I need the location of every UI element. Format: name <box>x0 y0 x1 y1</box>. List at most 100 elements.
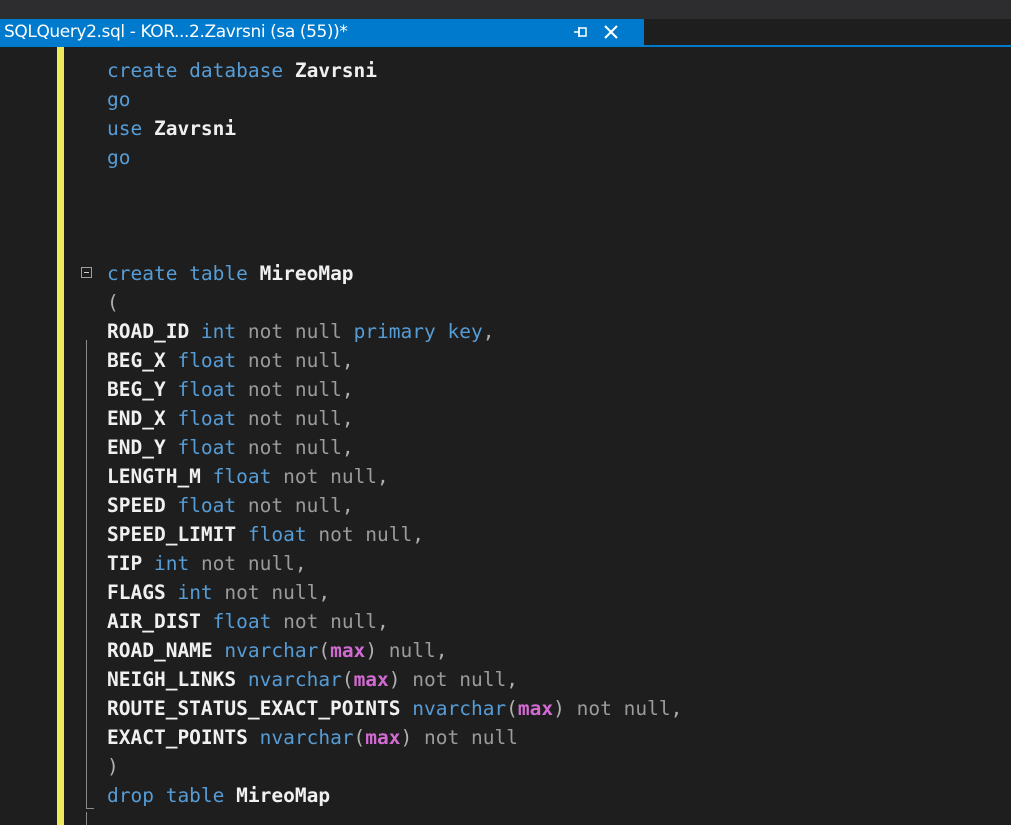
column-name: NEIGH_LINKS <box>107 668 248 691</box>
code-line[interactable]: ) <box>0 752 1011 781</box>
max-function: max <box>365 726 401 749</box>
nullability: not null <box>318 523 413 546</box>
nullability: not null <box>224 581 319 604</box>
nullability: not null <box>247 349 342 372</box>
max-function: max <box>330 639 366 662</box>
type: float <box>177 378 248 401</box>
punctuation: ( <box>318 639 331 662</box>
punctuation: ) <box>107 755 119 778</box>
punctuation: , <box>318 581 331 604</box>
code-line[interactable]: ROAD_NAME nvarchar(max) null, <box>0 636 1011 665</box>
punctuation: , <box>341 494 354 517</box>
code-line[interactable]: BEG_X float not null, <box>0 346 1011 375</box>
code-line[interactable]: END_X float not null, <box>0 404 1011 433</box>
collapse-icon[interactable] <box>81 267 92 278</box>
max-function: max <box>517 697 554 720</box>
code-line[interactable]: TIP int not null, <box>0 549 1011 578</box>
code-line[interactable]: SPEED_LIMIT float not null, <box>0 520 1011 549</box>
keyword: go <box>107 146 131 169</box>
code-line[interactable]: BEG_Y float not null, <box>0 375 1011 404</box>
column-name: TIP <box>107 552 154 575</box>
code-line[interactable]: LENGTH_M float not null, <box>0 462 1011 491</box>
column-name: AIR_DIST <box>107 610 213 633</box>
column-name: END_Y <box>107 436 178 459</box>
type: float <box>212 610 284 633</box>
column-name: END_X <box>107 407 178 430</box>
nullability: not null <box>283 610 378 633</box>
code-line[interactable]: FLAGS int not null, <box>0 578 1011 607</box>
column-name: SPEED <box>107 494 178 517</box>
punctuation: ) <box>553 697 577 720</box>
keyword: create database <box>107 59 295 82</box>
close-icon[interactable] <box>598 21 624 43</box>
punctuation: , <box>341 378 354 401</box>
nullability: not null <box>247 436 342 459</box>
column-name: BEG_Y <box>107 378 178 401</box>
column-name: ROAD_ID <box>107 320 201 343</box>
identifier: Zavrsni <box>294 59 378 82</box>
code-line[interactable]: create database Zavrsni <box>0 56 1011 85</box>
code-line[interactable]: AIR_DIST float not null, <box>0 607 1011 636</box>
code-editor[interactable]: create database Zavrsni go use Zavrsni g… <box>0 56 1011 810</box>
code-line[interactable] <box>0 201 1011 230</box>
punctuation: , <box>670 697 683 720</box>
type: float <box>212 465 284 488</box>
code-line[interactable]: ( <box>0 288 1011 317</box>
column-name: EXACT_POINTS <box>107 726 260 749</box>
nullability: null <box>388 639 436 662</box>
keyword: create table <box>107 262 260 285</box>
sql-editor-window: SQLQuery2.sql - KOR...2.Zavrsni (sa (55)… <box>0 0 1011 825</box>
punctuation: ( <box>341 668 354 691</box>
code-line[interactable]: SPEED float not null, <box>0 491 1011 520</box>
identifier: Zavrsni <box>153 117 237 140</box>
punctuation: ( <box>506 697 518 720</box>
keyword: go <box>107 88 131 111</box>
type: float <box>177 407 248 430</box>
identifier: MireoMap <box>259 262 354 285</box>
punctuation: , <box>435 639 448 662</box>
document-tab[interactable]: SQLQuery2.sql - KOR...2.Zavrsni (sa (55)… <box>0 19 644 45</box>
code-line[interactable]: ROUTE_STATUS_EXACT_POINTS nvarchar(max) … <box>0 694 1011 723</box>
nullability: not null <box>247 407 342 430</box>
punctuation: ( <box>353 726 366 749</box>
code-line[interactable]: use Zavrsni <box>0 114 1011 143</box>
code-line[interactable]: go <box>0 143 1011 172</box>
code-line[interactable]: ROAD_ID int not null primary key, <box>0 317 1011 346</box>
column-name: BEG_X <box>107 349 178 372</box>
type: nvarchar <box>259 726 354 749</box>
keyword: drop table <box>107 784 237 807</box>
punctuation: , <box>506 668 518 691</box>
punctuation: , <box>412 523 425 546</box>
type: nvarchar <box>247 668 342 691</box>
code-line[interactable] <box>0 230 1011 259</box>
nullability: not null <box>412 668 507 691</box>
nullability: not null <box>576 697 671 720</box>
nullability: not null <box>424 726 518 749</box>
punctuation: ( <box>107 291 119 314</box>
nullability: not null <box>283 465 378 488</box>
punctuation: , <box>341 436 354 459</box>
column-name: LENGTH_M <box>107 465 213 488</box>
code-line[interactable]: create table MireoMap <box>0 259 1011 288</box>
nullability: not null <box>247 494 342 517</box>
code-line[interactable] <box>0 172 1011 201</box>
tab-accent-line <box>0 45 1011 47</box>
punctuation: ) <box>400 726 425 749</box>
punctuation: , <box>482 320 495 343</box>
punctuation: , <box>341 349 354 372</box>
code-line[interactable]: go <box>0 85 1011 114</box>
punctuation: , <box>294 552 307 575</box>
title-strip <box>0 0 1011 19</box>
type: int <box>200 320 248 343</box>
code-line[interactable]: EXACT_POINTS nvarchar(max) not null <box>0 723 1011 752</box>
punctuation: , <box>341 407 354 430</box>
code-line[interactable]: NEIGH_LINKS nvarchar(max) not null, <box>0 665 1011 694</box>
type: nvarchar <box>224 639 319 662</box>
code-line[interactable]: END_Y float not null, <box>0 433 1011 462</box>
nullability: not null <box>247 378 342 401</box>
max-function: max <box>353 668 389 691</box>
pin-icon[interactable] <box>572 24 590 40</box>
tab-title: SQLQuery2.sql - KOR...2.Zavrsni (sa (55)… <box>4 22 348 42</box>
code-line[interactable]: drop table MireoMap <box>0 781 1011 810</box>
type: float <box>177 494 248 517</box>
